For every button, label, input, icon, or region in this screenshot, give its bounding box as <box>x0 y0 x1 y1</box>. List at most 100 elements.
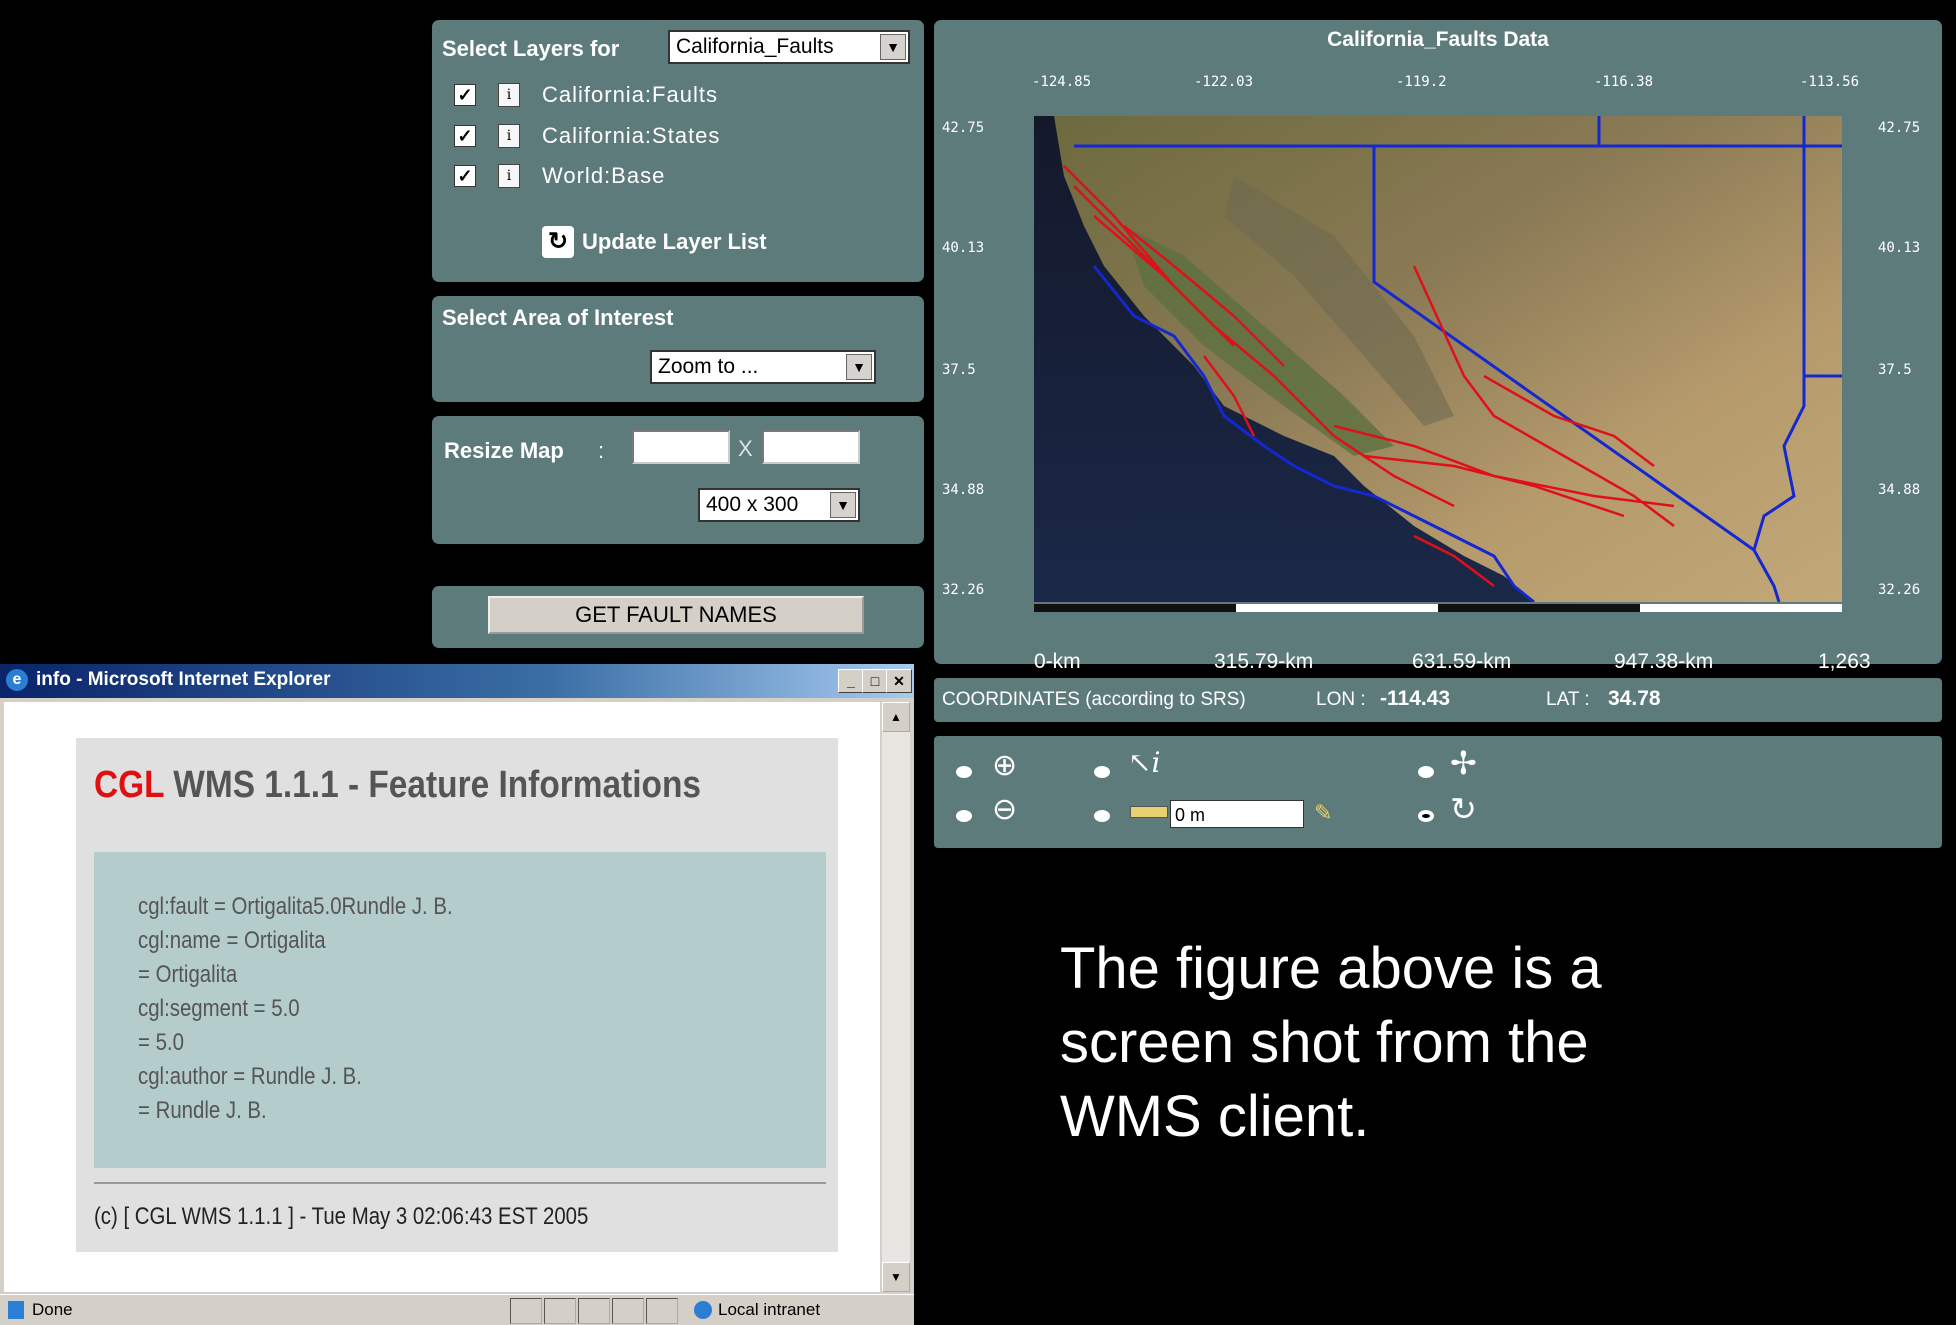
size-select-value: 400 x 300 <box>706 493 799 516</box>
status-pane <box>612 1298 644 1324</box>
update-label: Update Layer List <box>582 229 767 254</box>
ruler-icon <box>1130 806 1168 818</box>
intranet-icon <box>694 1301 712 1319</box>
attribute-line: = Ortigalita <box>138 961 238 988</box>
ie-title-text: info - Microsoft Internet Explorer <box>36 669 331 690</box>
status-done: Done <box>32 1300 73 1319</box>
ie-titlebar[interactable]: e info - Microsoft Internet Explorer _ □… <box>0 664 914 698</box>
layer-label-states: California:States <box>542 123 721 148</box>
area-title: Select Area of Interest <box>442 305 674 330</box>
scroll-down-icon[interactable]: ▼ <box>882 1262 910 1292</box>
radio-pan[interactable] <box>1418 766 1434 778</box>
attribute-line: cgl:name = Ortigalita <box>138 927 326 954</box>
layer-label-faults: California:Faults <box>542 82 718 107</box>
footer-divider <box>94 1182 826 1184</box>
feature-heading: CGL WMS 1.1.1 - Feature Informations <box>94 764 701 807</box>
layer-row-faults[interactable]: ✓ i California:Faults <box>454 82 718 108</box>
status-pane <box>646 1298 678 1324</box>
update-layer-list-button[interactable]: ↻ Update Layer List <box>542 226 767 258</box>
ie-scrollbar[interactable]: ▲ ▼ <box>882 702 910 1292</box>
attribute-line: = Rundle J. B. <box>138 1097 267 1124</box>
lon-tick: -113.56 <box>1800 74 1860 90</box>
info-icon[interactable]: i <box>498 83 520 107</box>
checkbox-states[interactable]: ✓ <box>454 125 476 147</box>
get-fault-names-button[interactable]: GET FAULT NAMES <box>488 596 864 634</box>
chevron-down-icon: ▼ <box>880 34 906 60</box>
ie-window: e info - Microsoft Internet Explorer _ □… <box>0 664 914 1325</box>
attribute-line: cgl:segment = 5.0 <box>138 995 300 1022</box>
dataset-select[interactable]: California_Faults ▼ <box>668 30 910 64</box>
resize-x: X <box>738 436 753 461</box>
radio-zoom-out[interactable] <box>956 810 972 822</box>
lat-tick: 37.5 <box>1878 362 1912 378</box>
map-image[interactable] <box>1034 116 1842 602</box>
close-icon[interactable]: ✕ <box>886 669 912 693</box>
resize-colon: : <box>598 438 605 463</box>
lon-label: LON : <box>1316 689 1366 710</box>
lon-tick: -119.2 <box>1396 74 1447 90</box>
reset-icon: ↻ <box>1450 791 1477 827</box>
ie-content: CGL WMS 1.1.1 - Feature Informations cgl… <box>4 702 880 1292</box>
scale-label: 947.38-km <box>1614 650 1714 673</box>
scale-label: 0-km <box>1034 650 1081 673</box>
attribute-line: cgl:fault = Ortigalita5.0Rundle J. B. <box>138 893 453 920</box>
lat-tick: 37.5 <box>942 362 976 378</box>
lat-tick: 32.26 <box>942 582 985 598</box>
zoom-select[interactable]: Zoom to ... ▼ <box>650 350 876 384</box>
area-panel: Select Area of Interest Zoom to ... ▼ <box>432 296 924 402</box>
status-pane <box>578 1298 610 1324</box>
height-input[interactable] <box>762 430 860 464</box>
lat-tick: 42.75 <box>942 120 985 136</box>
minimize-icon[interactable]: _ <box>838 669 864 693</box>
tools-bar: ⊕ ⊖ ↖i 0 m ✎ ✢ ↻ <box>934 736 1942 848</box>
chevron-down-icon: ▼ <box>846 354 872 380</box>
radio-zoom-in[interactable] <box>956 766 972 778</box>
radio-measure[interactable] <box>1094 810 1110 822</box>
info-icon[interactable]: i <box>498 164 520 188</box>
info-icon[interactable]: i <box>498 124 520 148</box>
map-panel: California_Faults Data -124.85 -122.03 -… <box>934 20 1942 673</box>
size-select[interactable]: 400 x 300 ▼ <box>698 488 860 522</box>
measure-field[interactable]: 0 m <box>1170 800 1304 828</box>
dataset-select-value: California_Faults <box>676 35 834 58</box>
lon-tick: -116.38 <box>1594 74 1654 90</box>
coords-label: COORDINATES (according to SRS) <box>942 689 1246 710</box>
scale-label: 1,263 <box>1818 650 1871 673</box>
width-input[interactable] <box>632 430 730 464</box>
attribute-line: = 5.0 <box>138 1029 184 1056</box>
page-icon <box>8 1301 24 1319</box>
ie-statusbar: Done Local intranet <box>0 1294 914 1325</box>
radio-info[interactable] <box>1094 766 1110 778</box>
layer-label-world: World:Base <box>542 163 666 188</box>
scale-label: 631.59-km <box>1412 650 1512 673</box>
scroll-up-icon[interactable]: ▲ <box>882 702 910 732</box>
feature-info-box: CGL WMS 1.1.1 - Feature Informations cgl… <box>76 738 838 1252</box>
status-zone: Local intranet <box>718 1300 821 1319</box>
eraser-icon[interactable]: ✎ <box>1314 800 1332 826</box>
checkbox-faults[interactable]: ✓ <box>454 84 476 106</box>
lon-value: -114.43 <box>1380 687 1451 710</box>
lat-tick: 42.75 <box>1878 120 1921 136</box>
lat-tick: 40.13 <box>1878 240 1921 256</box>
feature-footer: (c) [ CGL WMS 1.1.1 ] - Tue May 3 02:06:… <box>94 1203 589 1230</box>
lat-label: LAT : <box>1546 689 1590 710</box>
maximize-icon[interactable]: □ <box>862 669 888 693</box>
checkbox-world[interactable]: ✓ <box>454 165 476 187</box>
lat-value: 34.78 <box>1608 687 1661 710</box>
attributes-box: cgl:fault = Ortigalita5.0Rundle J. B. cg… <box>94 852 826 1168</box>
zoom-select-value: Zoom to ... <box>658 355 759 378</box>
fault-button-strip: GET FAULT NAMES <box>432 586 924 648</box>
layer-row-states[interactable]: ✓ i California:States <box>454 123 720 149</box>
refresh-icon: ↻ <box>542 226 574 258</box>
coordinates-bar: COORDINATES (according to SRS) LON : -11… <box>934 678 1942 722</box>
lat-tick: 32.26 <box>1878 582 1921 598</box>
lon-tick: -124.85 <box>1032 74 1092 90</box>
lat-tick: 34.88 <box>1878 482 1921 498</box>
layer-row-world[interactable]: ✓ i World:Base <box>454 163 665 189</box>
caption-line: WMS client. <box>1060 1084 1370 1149</box>
caption: The figure above is a screen shot from t… <box>1060 932 1602 1154</box>
heading-brand: CGL <box>94 764 164 806</box>
resize-label: Resize Map <box>444 438 564 463</box>
resize-panel: Resize Map : X 400 x 300 ▼ <box>432 416 924 544</box>
radio-reset[interactable] <box>1418 810 1434 822</box>
